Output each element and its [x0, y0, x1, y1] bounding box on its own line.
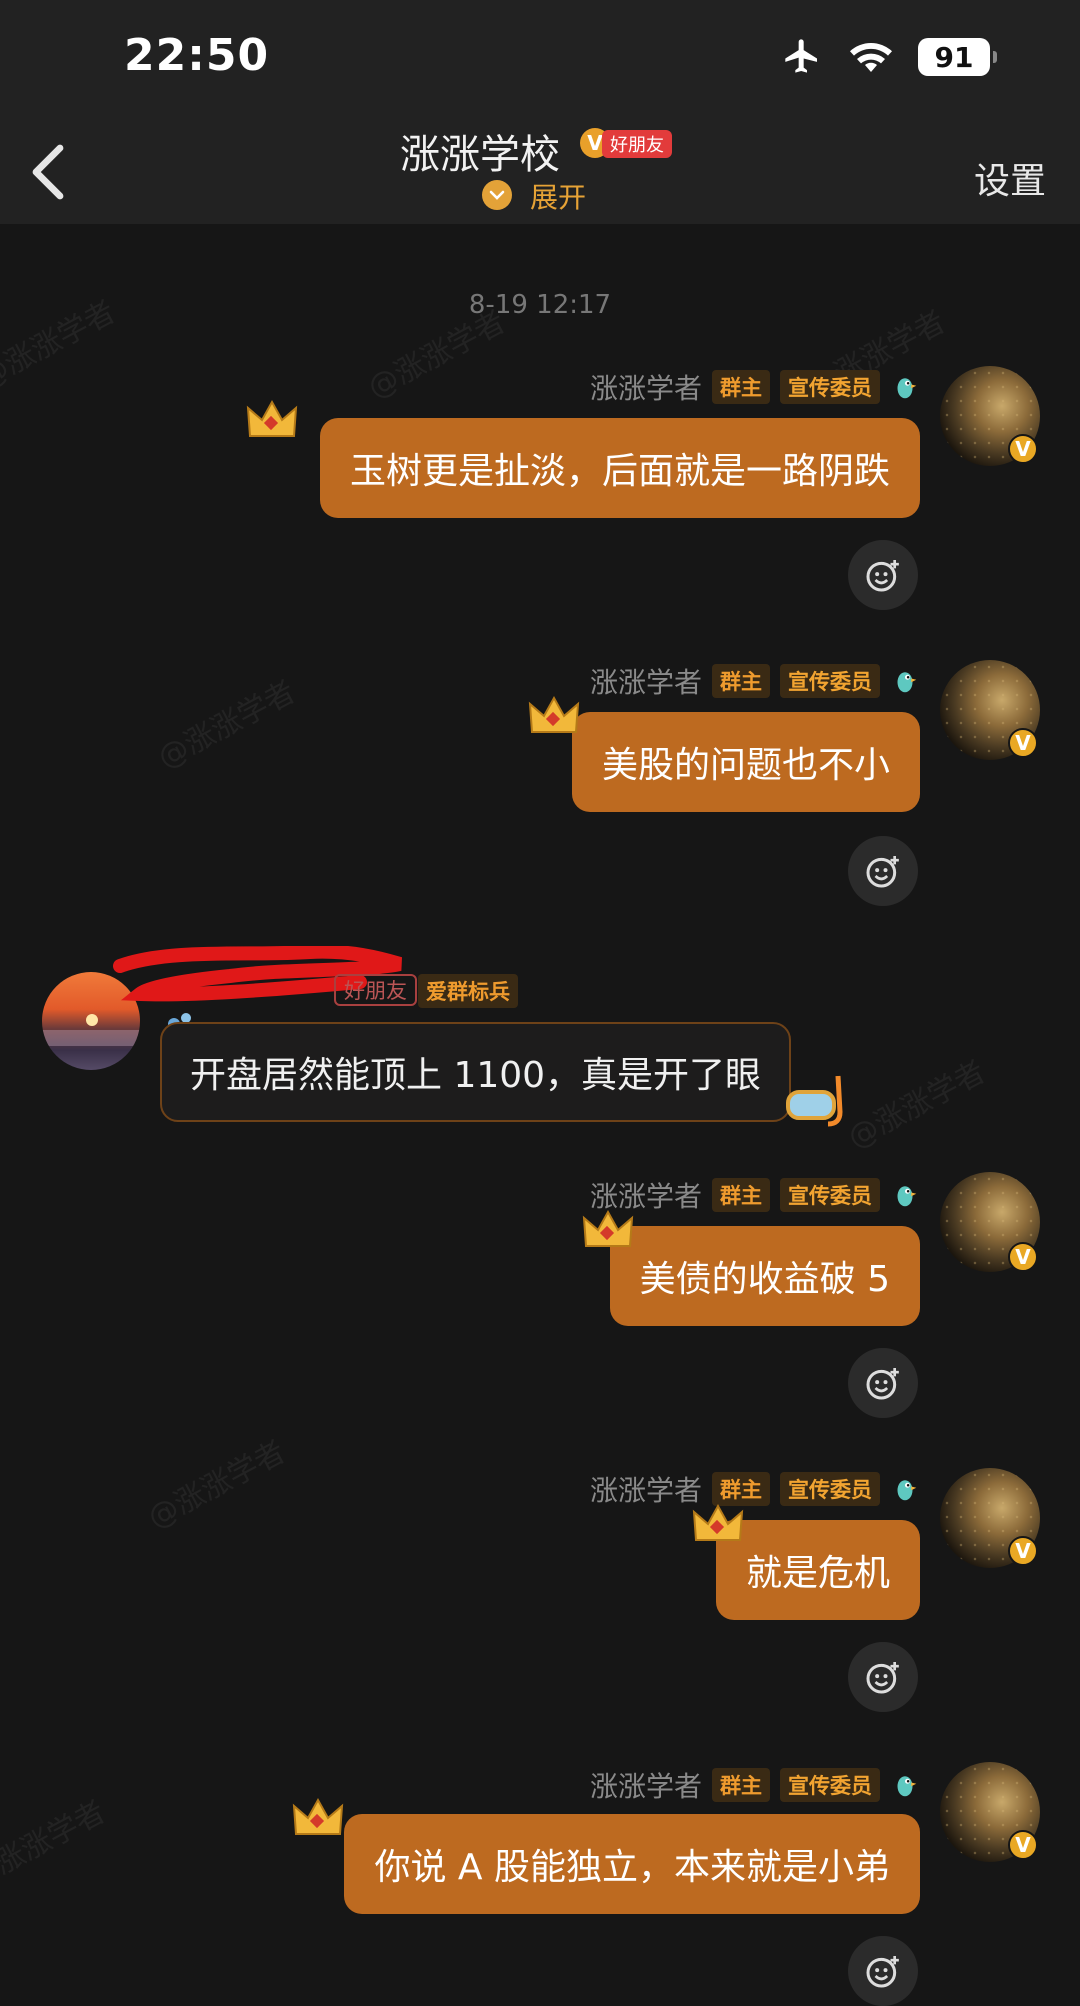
verified-badge-icon: V	[1008, 434, 1038, 464]
add-reaction-button[interactable]	[848, 836, 918, 906]
sender-name: 涨涨学者	[589, 666, 702, 699]
message-bubble[interactable]: 美股的问题也不小	[571, 712, 920, 812]
chat-header: 涨涨学校 V 好朋友 展开 设置	[0, 110, 1080, 224]
role-tag: 宣传委员	[780, 1472, 880, 1506]
message-bubble[interactable]: 玉树更是扯淡，后面就是一路阴跌	[319, 418, 920, 518]
parrot-icon	[897, 672, 917, 693]
emoji-add-icon	[866, 856, 899, 888]
expand-button[interactable]: 展开	[530, 176, 586, 216]
message-bubble[interactable]: 就是危机	[715, 1520, 920, 1620]
owner-tag: 群主	[712, 370, 770, 404]
friend-badge: 好朋友	[602, 130, 672, 158]
add-reaction-button[interactable]	[848, 1642, 918, 1712]
verified-badge-icon: V	[1008, 1536, 1038, 1566]
member-tag: 爱群标兵	[418, 974, 518, 1008]
parrot-icon	[897, 1776, 917, 1797]
crown-icon	[528, 695, 580, 733]
back-arrow-icon[interactable]	[26, 144, 70, 200]
parrot-icon	[897, 1480, 917, 1501]
owner-tag: 群主	[712, 1768, 770, 1802]
watermark: @涨涨学者	[842, 1054, 992, 1156]
message-bubble[interactable]: 你说 A 股能独立，本来就是小弟	[344, 1814, 920, 1914]
role-tag: 宣传委员	[780, 664, 880, 698]
settings-button[interactable]: 设置	[974, 152, 1046, 204]
chevron-down-icon[interactable]	[482, 180, 512, 210]
battery-indicator: 91	[918, 38, 997, 76]
crown-icon	[692, 1503, 744, 1541]
owner-tag: 群主	[712, 1178, 770, 1212]
emoji-add-icon	[866, 1368, 899, 1400]
add-reaction-button[interactable]	[848, 540, 918, 610]
airplane-icon	[785, 39, 817, 73]
friend-tag: 好朋友	[334, 974, 417, 1006]
status-time: 22:50	[124, 30, 270, 81]
verified-badge-icon: V	[1008, 728, 1038, 758]
emoji-add-icon	[866, 560, 899, 592]
crown-icon	[292, 1797, 344, 1835]
sender-name: 涨涨学者	[589, 1474, 702, 1507]
verified-badge-icon: V	[1008, 1242, 1038, 1272]
add-reaction-button[interactable]	[848, 1936, 918, 2006]
message-bubble[interactable]: 美债的收益破 5	[609, 1226, 920, 1326]
emoji-add-icon	[866, 1662, 899, 1694]
role-tag: 宣传委员	[780, 1178, 880, 1212]
watermark: @涨涨学者	[0, 1794, 112, 1896]
owner-tag: 群主	[712, 664, 770, 698]
parrot-icon	[897, 1186, 917, 1207]
add-reaction-button[interactable]	[848, 1348, 918, 1418]
sender-name: 涨涨学者	[589, 372, 702, 405]
status-bar: 22:50 91	[0, 0, 1080, 110]
owner-tag: 群主	[712, 1472, 770, 1506]
wifi-icon	[850, 43, 892, 72]
snorkel-mask-icon	[786, 1075, 843, 1127]
role-tag: 宣传委员	[780, 1768, 880, 1802]
crown-icon	[246, 399, 298, 437]
role-tag: 宣传委员	[780, 370, 880, 404]
sender-name: 涨涨学者	[589, 1770, 702, 1803]
crown-icon	[582, 1209, 634, 1247]
group-title[interactable]: 涨涨学校	[400, 122, 560, 180]
emoji-add-icon	[866, 1956, 899, 1988]
verified-badge-icon: V	[1008, 1830, 1038, 1860]
message-bubble[interactable]: 开盘居然能顶上 1100，真是开了眼	[160, 1022, 792, 1122]
watermark: @涨涨学者	[142, 1434, 292, 1536]
parrot-icon	[897, 378, 917, 399]
watermark: @涨涨学者	[152, 674, 302, 776]
